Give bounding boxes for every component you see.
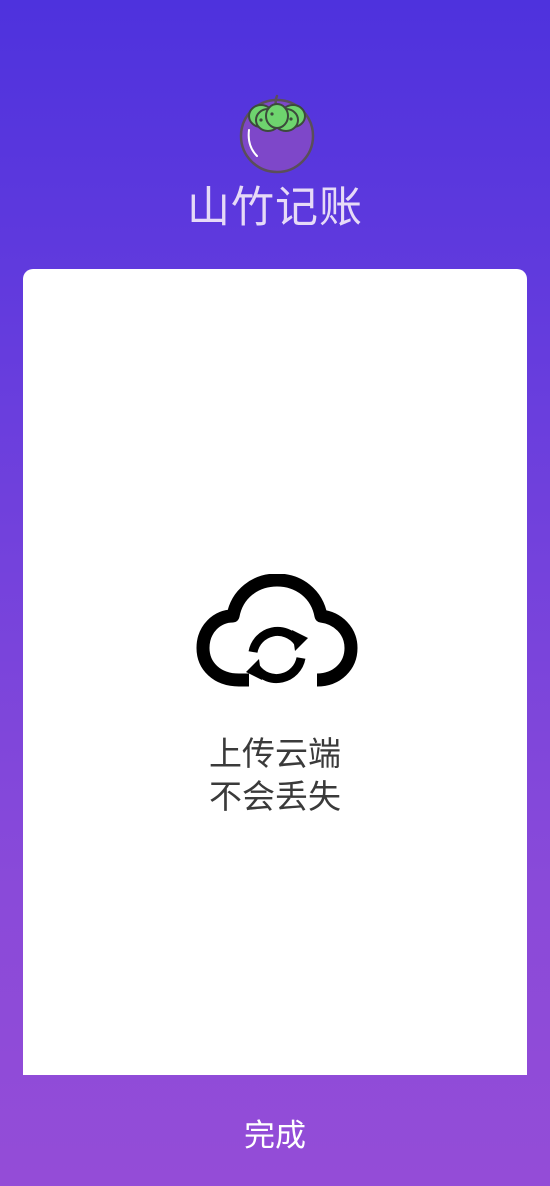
feature-card: 上传云端 不会丢失 [23,269,527,1075]
mangosteen-icon [239,94,315,174]
cloud-sync-icon [196,574,358,687]
done-button[interactable]: 完成 [0,1096,550,1176]
feature-line-2: 不会丢失 [209,777,341,816]
feature-text: 上传云端 不会丢失 [23,732,527,818]
app-title: 山竹记账 [187,183,363,233]
onboarding-screen: 山竹记账 上传云端 不会丢失 完成 [0,0,550,1186]
feature-line-1: 上传云端 [209,734,341,773]
